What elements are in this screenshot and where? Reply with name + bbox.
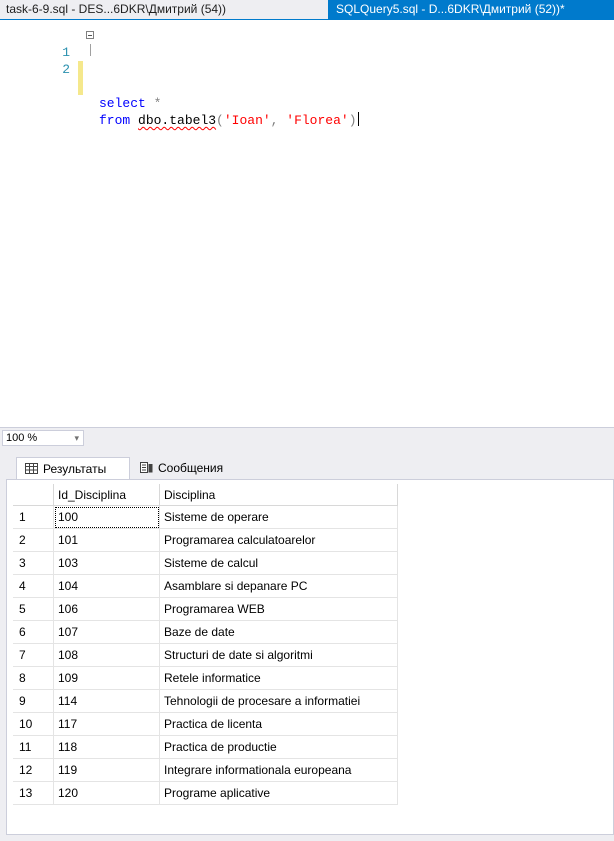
- id-disciplina-cell[interactable]: 103: [53, 551, 160, 575]
- row-number-cell[interactable]: 10: [13, 712, 54, 736]
- fold-guide: [90, 44, 91, 56]
- row-number-cell[interactable]: 11: [13, 735, 54, 759]
- tab-messages-label: Сообщения: [158, 461, 224, 475]
- disciplina-cell[interactable]: Retele informatice: [159, 666, 398, 690]
- grid-icon: [25, 463, 38, 474]
- id-disciplina-cell[interactable]: 117: [53, 712, 160, 736]
- zoom-value: 100 %: [6, 432, 38, 444]
- disciplina-cell[interactable]: Programe aplicative: [159, 781, 398, 805]
- row-number-cell[interactable]: 6: [13, 620, 54, 644]
- tab-results[interactable]: Результаты: [16, 457, 130, 479]
- id-disciplina-cell[interactable]: 100: [53, 505, 160, 529]
- id-disciplina-cell[interactable]: 106: [53, 597, 160, 621]
- comma: ,: [270, 113, 287, 128]
- id-disciplina-cell[interactable]: 114: [53, 689, 160, 713]
- asterisk: *: [145, 96, 162, 111]
- grid-header-row: Id_Disciplina Disciplina: [13, 484, 398, 506]
- table-row[interactable]: 13 120 Programe aplicative: [13, 781, 398, 805]
- results-grid-frame: Id_Disciplina Disciplina 1 100 Sisteme de …: [6, 479, 614, 835]
- id-disciplina-cell[interactable]: 101: [53, 528, 160, 552]
- code-text: from dbo.tabel3('Ioan', 'Florea'): [99, 112, 359, 129]
- change-indicator: [78, 78, 83, 95]
- messages-icon: [140, 462, 153, 473]
- tab-task-6-9[interactable]: task-6-9.sql - DES...6DKR\Дмитрий (54)): [0, 0, 328, 19]
- open-paren: (: [216, 113, 224, 128]
- disciplina-cell[interactable]: Structuri de date si algoritmi: [159, 643, 398, 667]
- tab-sqlquery5[interactable]: SQLQuery5.sql - D...6DKR\Дмитрий (52))*: [328, 0, 614, 19]
- id-disciplina-cell[interactable]: 118: [53, 735, 160, 759]
- id-disciplina-cell[interactable]: 119: [53, 758, 160, 782]
- table-row[interactable]: 11 118 Practica de productie: [13, 735, 398, 759]
- text-caret: [357, 112, 359, 126]
- row-number-cell[interactable]: 7: [13, 643, 54, 667]
- table-row[interactable]: 12 119 Integrare informationala europeana: [13, 758, 398, 782]
- disciplina-cell[interactable]: Programarea WEB: [159, 597, 398, 621]
- row-number-cell[interactable]: 13: [13, 781, 54, 805]
- keyword-select: select: [99, 96, 146, 111]
- code-line-1: 1 select *: [0, 27, 614, 111]
- code-text: select *: [99, 95, 161, 112]
- table-row[interactable]: 2 101 Programarea calculatoarelor: [13, 528, 398, 552]
- row-number-cell[interactable]: 9: [13, 689, 54, 713]
- change-indicator: [78, 61, 83, 78]
- function-name: dbo.tabel3: [138, 113, 217, 128]
- query-editor[interactable]: 1 select * 2 from dbo.tabel3('Ioan', 'Fl…: [0, 20, 614, 427]
- column-header-disciplina[interactable]: Disciplina: [159, 484, 398, 506]
- tab-results-label: Результаты: [43, 462, 107, 476]
- table-row[interactable]: 10 117 Practica de licenta: [13, 712, 398, 736]
- zoom-select[interactable]: 100 % ▾: [2, 430, 84, 446]
- table-row[interactable]: 1 100 Sisteme de operare: [13, 505, 398, 529]
- table-row[interactable]: 8 109 Retele informatice: [13, 666, 398, 690]
- table-row[interactable]: 6 107 Baze de date: [13, 620, 398, 644]
- row-number-cell[interactable]: 3: [13, 551, 54, 575]
- zoom-bar: 100 % ▾: [0, 427, 614, 449]
- results-grid[interactable]: Id_Disciplina Disciplina 1 100 Sisteme de …: [13, 484, 398, 805]
- grid-body: 1 100 Sisteme de operare 2 101 Programarea ca…: [13, 505, 398, 805]
- disciplina-cell[interactable]: Sisteme de calcul: [159, 551, 398, 575]
- disciplina-cell[interactable]: Integrare informationala europeana: [159, 758, 398, 782]
- id-disciplina-cell[interactable]: 108: [53, 643, 160, 667]
- table-row[interactable]: 4 104 Asamblare si depanare PC: [13, 574, 398, 598]
- row-number-cell[interactable]: 5: [13, 597, 54, 621]
- id-disciplina-cell[interactable]: 107: [53, 620, 160, 644]
- disciplina-cell[interactable]: Practica de licenta: [159, 712, 398, 736]
- table-row[interactable]: 5 106 Programarea WEB: [13, 597, 398, 621]
- table-row[interactable]: 3 103 Sisteme de calcul: [13, 551, 398, 575]
- disciplina-cell[interactable]: Tehnologii de procesare a informatiei: [159, 689, 398, 713]
- row-number-cell[interactable]: 8: [13, 666, 54, 690]
- row-number-cell[interactable]: 12: [13, 758, 54, 782]
- code-line-2: 2 from dbo.tabel3('Ioan', 'Florea'): [0, 44, 614, 128]
- row-number-cell[interactable]: 2: [13, 528, 54, 552]
- column-header-id-disciplina[interactable]: Id_Disciplina: [53, 484, 160, 506]
- row-number-cell[interactable]: 4: [13, 574, 54, 598]
- id-disciplina-cell[interactable]: 120: [53, 781, 160, 805]
- close-paren: ): [348, 113, 357, 128]
- tab-messages[interactable]: Сообщения: [132, 457, 246, 479]
- line-number: 2: [62, 62, 70, 77]
- keyword-from: from: [99, 113, 131, 128]
- disciplina-cell[interactable]: Baze de date: [159, 620, 398, 644]
- chevron-down-icon[interactable]: ▾: [74, 431, 79, 445]
- disciplina-cell[interactable]: Sisteme de operare: [159, 505, 398, 529]
- disciplina-cell[interactable]: Programarea calculatoarelor: [159, 528, 398, 552]
- disciplina-cell[interactable]: Practica de productie: [159, 735, 398, 759]
- string-arg-1: 'Ioan': [223, 113, 271, 128]
- table-row[interactable]: 7 108 Structuri de date si algoritmi: [13, 643, 398, 667]
- collapse-icon[interactable]: [86, 31, 94, 39]
- document-tab-bar: task-6-9.sql - DES...6DKR\Дмитрий (54)) …: [0, 0, 614, 20]
- results-panel: Результаты Сообщения Id_Disciplina Disci…: [0, 449, 614, 841]
- table-row[interactable]: 9 114 Tehnologii de procesare a informatie…: [13, 689, 398, 713]
- id-disciplina-cell[interactable]: 109: [53, 666, 160, 690]
- disciplina-cell[interactable]: Asamblare si depanare PC: [159, 574, 398, 598]
- id-disciplina-cell[interactable]: 104: [53, 574, 160, 598]
- row-number-cell[interactable]: 1: [13, 505, 54, 529]
- row-number-header[interactable]: [13, 484, 54, 506]
- string-arg-2: 'Florea': [286, 113, 349, 128]
